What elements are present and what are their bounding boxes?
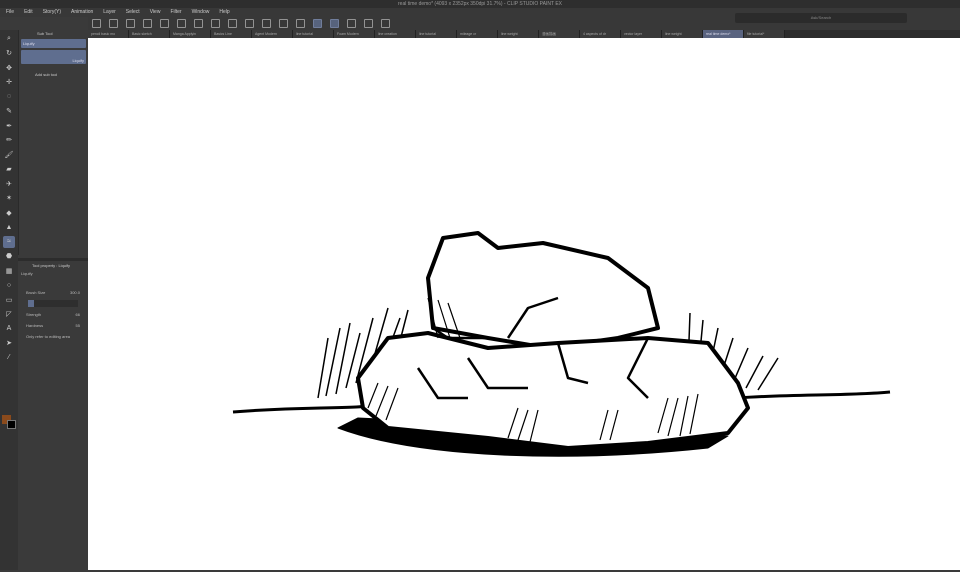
airbrush-icon[interactable]: ✈: [3, 178, 15, 190]
add-sub-tool-button[interactable]: Add sub tool: [19, 66, 88, 83]
tab[interactable]: Basics Line: [211, 30, 252, 38]
ruler-icon[interactable]: ◸: [3, 308, 15, 320]
save-icon[interactable]: [126, 19, 135, 28]
tab[interactable]: line creation: [375, 30, 416, 38]
snap-special-ruler-icon[interactable]: [330, 19, 339, 28]
menu-help[interactable]: Help: [219, 8, 229, 17]
bucket-icon[interactable]: ⬣: [3, 250, 15, 262]
sub-color[interactable]: [7, 420, 16, 429]
title-bar: real time demo* (4093 x 2352px 350dpi 31…: [0, 0, 960, 8]
rock-top: [426, 231, 660, 350]
sub-tool-item[interactable]: Liquify: [21, 39, 86, 48]
refer-editing-area-checkbox[interactable]: Only refer to editing area: [18, 331, 88, 342]
fill-icon[interactable]: [228, 19, 237, 28]
tool-palette: ⌕ ↻ ✥ ✛ ◌ ✎ ✒ ✏ 🖌 ▰ ✈ ✶ ◆ ▲ ≈ ⬣ ▦ ○ ▭ ◸ …: [0, 30, 18, 570]
menu-story[interactable]: Story(Y): [43, 8, 61, 17]
pencil-icon[interactable]: ✏: [3, 134, 15, 146]
rock-bottom: [356, 331, 750, 450]
tool-property-header: Tool property : Liquify: [32, 263, 71, 268]
menu-filter[interactable]: Filter: [170, 8, 181, 17]
new-icon[interactable]: [92, 19, 101, 28]
tab[interactable]: pencil basic mo: [88, 30, 129, 38]
undo-icon[interactable]: [160, 19, 169, 28]
transform-icon[interactable]: [211, 19, 220, 28]
tab[interactable]: line weight: [498, 30, 539, 38]
hardness-row[interactable]: Hardness 55: [18, 320, 88, 331]
strength-label: Strength: [26, 312, 42, 317]
strength-row[interactable]: Strength 66: [18, 309, 88, 320]
balloon-icon[interactable]: ➤: [3, 337, 15, 349]
snap-grid-icon[interactable]: [347, 19, 356, 28]
move-icon[interactable]: ✛: [3, 76, 15, 88]
fill-icon[interactable]: ▲: [3, 221, 15, 233]
selection-icon[interactable]: ◌: [3, 91, 15, 103]
sub-tool-header: Sub Tool: [37, 31, 53, 36]
menu-file[interactable]: File: [6, 8, 14, 17]
snap-ruler-icon[interactable]: [313, 19, 322, 28]
menu-select[interactable]: Select: [126, 8, 140, 17]
grid-icon[interactable]: [279, 19, 288, 28]
tab[interactable]: Basic sketch: [129, 30, 170, 38]
tab[interactable]: 4 aspects of dr: [580, 30, 621, 38]
tab-active[interactable]: real time demo*: [703, 30, 744, 38]
clear-icon[interactable]: [194, 19, 203, 28]
tab[interactable]: Foam Modern: [334, 30, 375, 38]
brush-size-row[interactable]: Brush Size 300.0: [18, 287, 88, 298]
rotate-icon[interactable]: ↻: [3, 47, 15, 59]
redo-icon[interactable]: [177, 19, 186, 28]
frame-icon[interactable]: ▭: [3, 294, 15, 306]
correct-line-icon[interactable]: ⁄: [3, 352, 15, 364]
ruler-icon[interactable]: [262, 19, 271, 28]
sub-tool-panel: Sub Tool Liquify Liquify Add sub tool: [18, 30, 88, 255]
tool-name: Liquify: [21, 271, 33, 276]
liquify-mode-selector[interactable]: [28, 300, 78, 307]
eraser-icon[interactable]: ▰: [3, 163, 15, 175]
tab[interactable]: line tutorial: [293, 30, 334, 38]
print-icon[interactable]: [143, 19, 152, 28]
tab[interactable]: vector layer: [621, 30, 662, 38]
liquify-icon[interactable]: ≈: [3, 235, 15, 248]
eyedropper-icon[interactable]: ✎: [3, 105, 15, 117]
color-swatches[interactable]: [2, 415, 16, 429]
export-icon[interactable]: [381, 19, 390, 28]
tab[interactable]: Agent Modern: [252, 30, 293, 38]
crop-icon[interactable]: [245, 19, 254, 28]
text-icon[interactable]: A: [3, 323, 15, 335]
open-icon[interactable]: [109, 19, 118, 28]
clip-icon[interactable]: [364, 19, 373, 28]
canvas[interactable]: [88, 38, 960, 570]
menu-animation[interactable]: Animation: [71, 8, 93, 17]
menu-layer[interactable]: Layer: [103, 8, 116, 17]
figure-icon[interactable]: ○: [3, 279, 15, 291]
blend-icon[interactable]: ◆: [3, 207, 15, 219]
tab[interactable]: line weight: [662, 30, 703, 38]
zoom-icon[interactable]: ⌕: [3, 33, 15, 45]
tab[interactable]: Manga Applyin: [170, 30, 211, 38]
rock-drawing: [232, 231, 891, 457]
decoration-icon[interactable]: ✶: [3, 192, 15, 204]
tab[interactable]: mileage cr: [457, 30, 498, 38]
tool-property-panel: Tool property : Liquify Liquify Brush Si…: [18, 258, 88, 570]
hardness-label: Hardness: [26, 323, 44, 328]
document-tabs: pencil basic mo Basic sketch Manga Apply…: [88, 30, 960, 38]
tab[interactable]: 漫画描画: [539, 30, 580, 38]
gradient-icon[interactable]: ▦: [3, 265, 15, 277]
pen-icon[interactable]: ✒: [3, 120, 15, 132]
frame-icon[interactable]: [296, 19, 305, 28]
brush-icon[interactable]: 🖌: [3, 149, 15, 161]
search-input[interactable]: Ask/Search: [735, 13, 907, 23]
menu-window[interactable]: Window: [192, 8, 210, 17]
strength-value[interactable]: 66: [76, 312, 80, 317]
operation-icon[interactable]: ✥: [3, 62, 15, 74]
hardness-value[interactable]: 55: [76, 323, 80, 328]
sub-tool-preset[interactable]: Liquify: [21, 50, 86, 64]
menu-edit[interactable]: Edit: [24, 8, 33, 17]
tab[interactable]: line tutorial: [416, 30, 457, 38]
brush-size-label: Brush Size: [26, 290, 46, 295]
menu-view[interactable]: View: [150, 8, 161, 17]
tab[interactable]: file tutorial*: [744, 30, 785, 38]
brush-size-value[interactable]: 300.0: [70, 290, 80, 295]
